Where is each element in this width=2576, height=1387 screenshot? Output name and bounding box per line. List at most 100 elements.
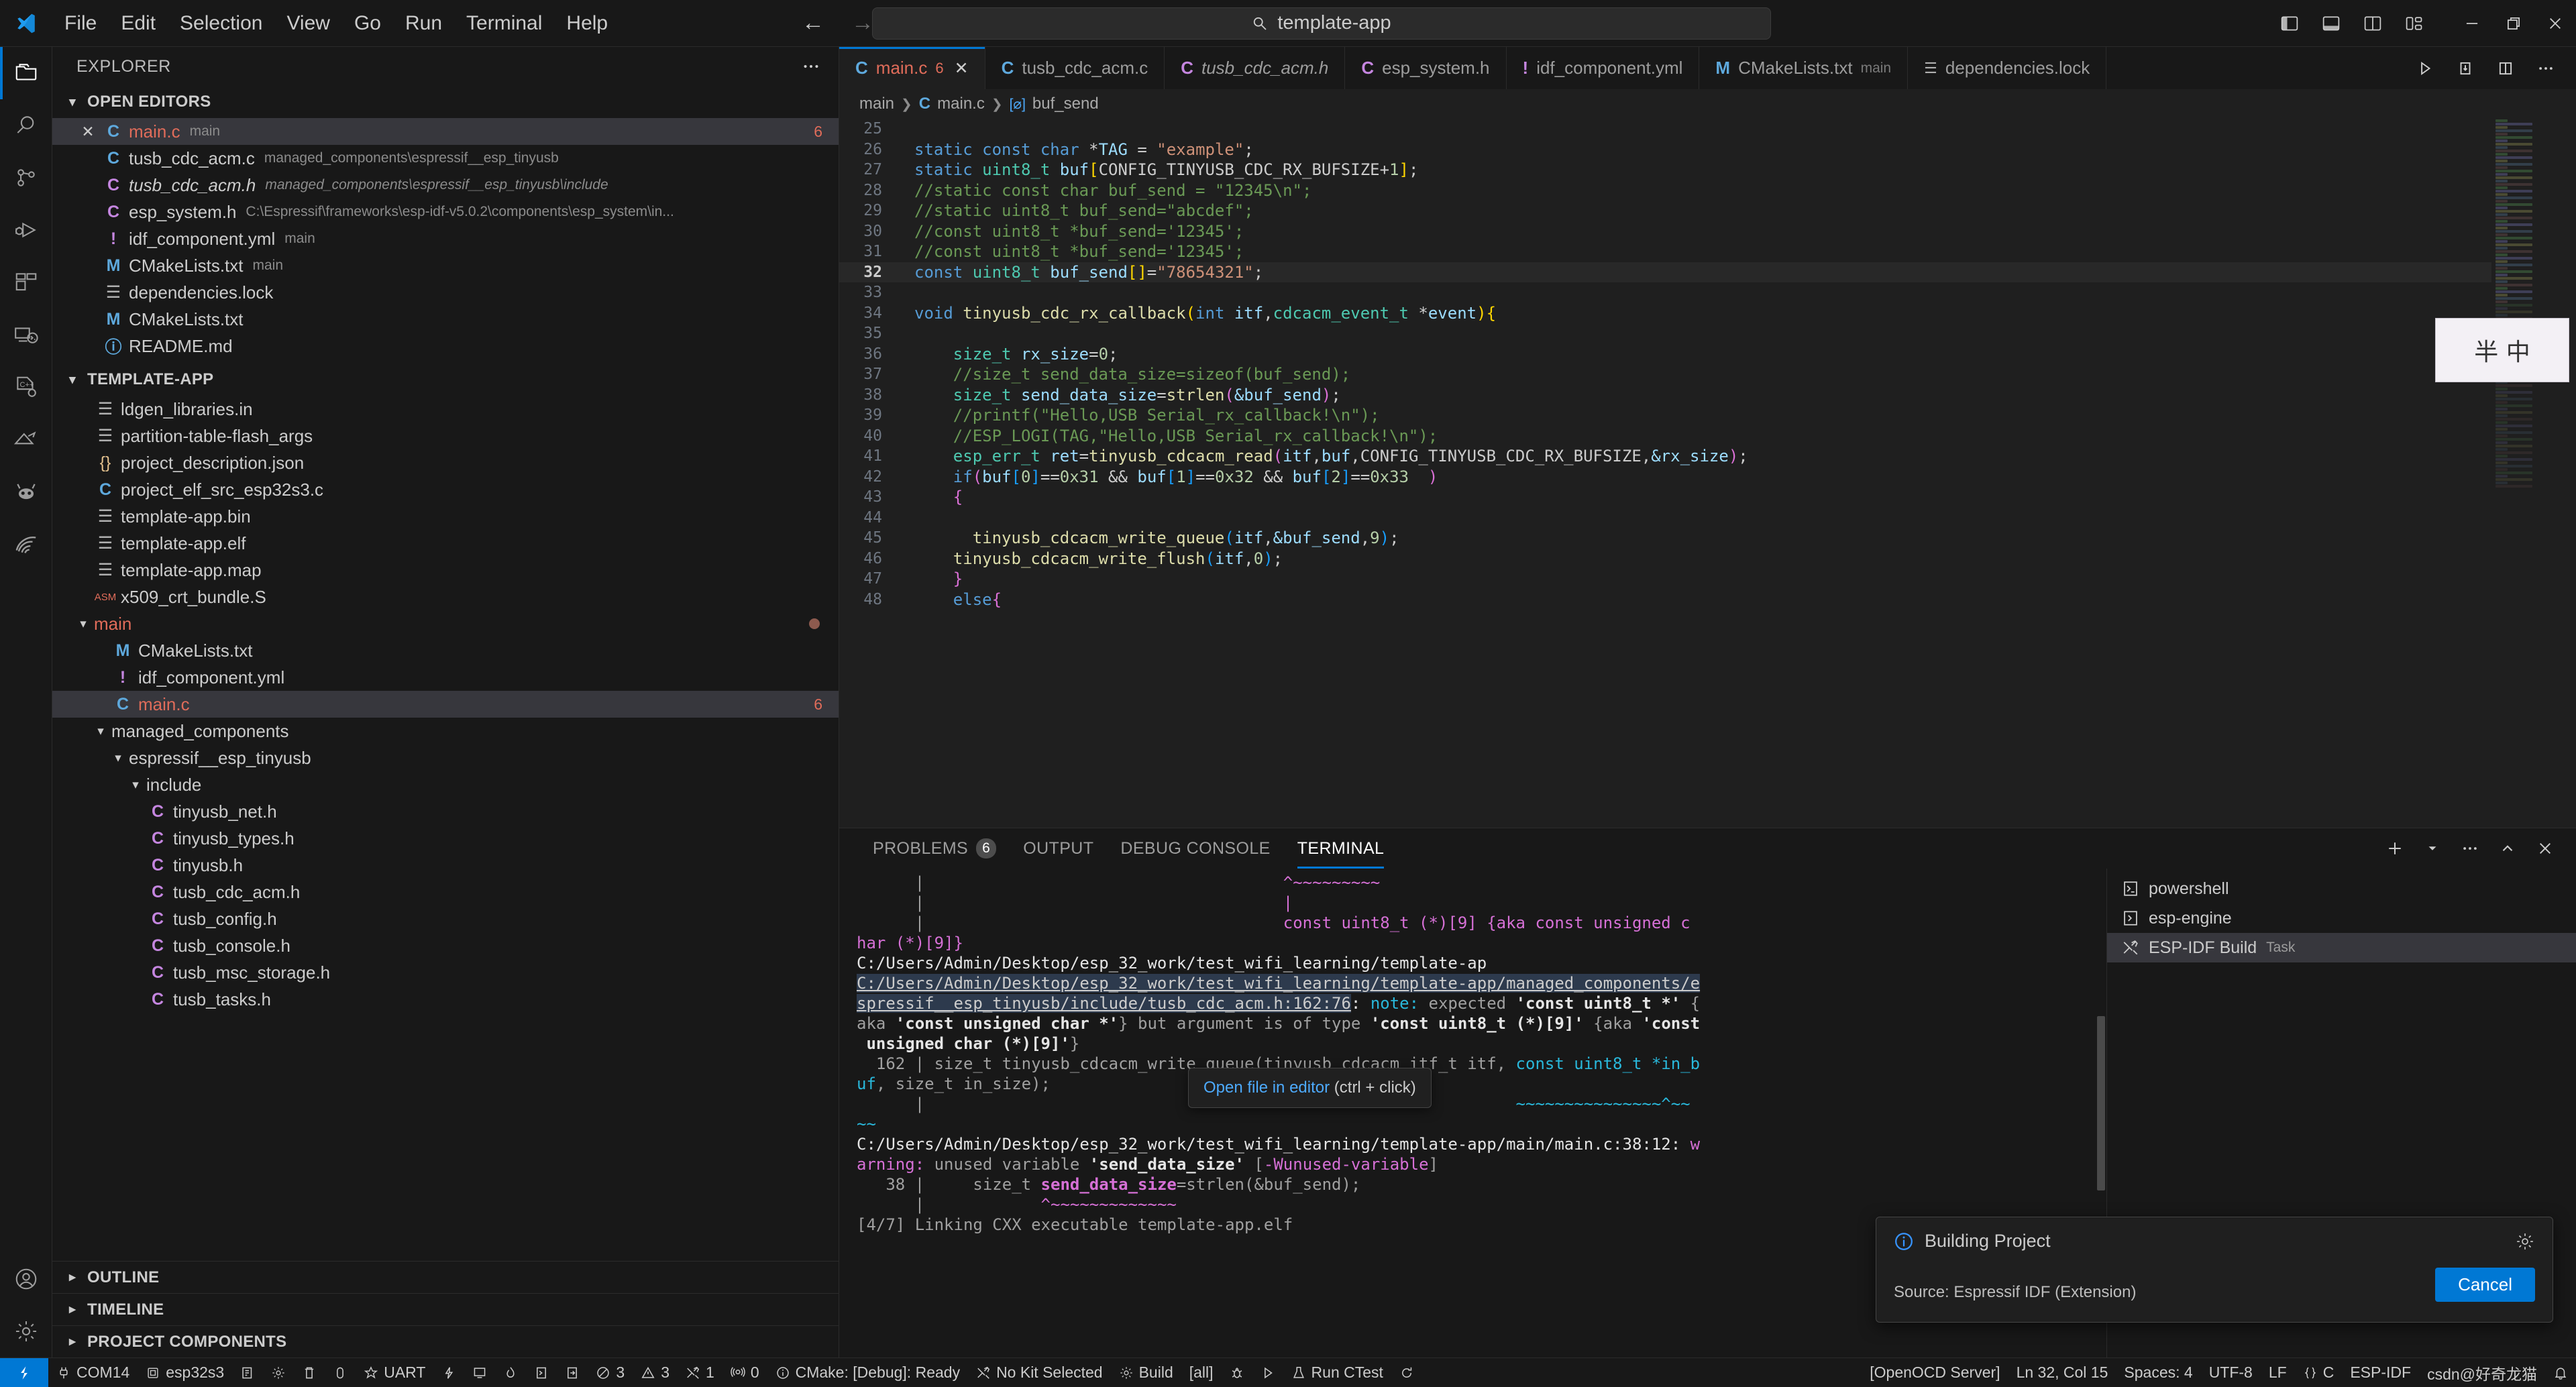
add-terminal-icon[interactable] <box>2377 831 2412 866</box>
menu-go[interactable]: Go <box>342 7 393 40</box>
section-outline[interactable]: ▸ OUTLINE <box>52 1261 839 1293</box>
toggle-primary-sidebar-icon[interactable] <box>2269 0 2310 47</box>
arrow-right-icon[interactable]: → <box>851 10 874 36</box>
status-export-icon[interactable] <box>557 1358 588 1387</box>
close-icon[interactable] <box>2534 0 2576 47</box>
terminal-list-item[interactable]: esp-engine <box>2107 903 2576 933</box>
tree-file-row[interactable]: ☰ partition-table-flash_args <box>52 423 839 449</box>
status-flash-icon[interactable] <box>325 1358 356 1387</box>
status-trash-icon[interactable] <box>294 1358 325 1387</box>
more-actions-icon[interactable] <box>2528 47 2564 89</box>
status-openocd-server[interactable]: [OpenOCD Server] <box>1862 1358 2008 1387</box>
search-icon[interactable] <box>0 99 52 152</box>
tree-file-row[interactable]: Ctusb_tasks.h <box>52 986 839 1013</box>
menu-terminal[interactable]: Terminal <box>454 7 554 40</box>
status-com14[interactable]: COM14 <box>48 1358 138 1387</box>
status-cmake-debug-ready[interactable]: CMake: [Debug]: Ready <box>767 1358 968 1387</box>
command-center[interactable]: template-app <box>872 7 1771 40</box>
editor-tab[interactable]: ☰ dependencies.lock <box>1908 47 2107 89</box>
terminal-list-item[interactable]: ESP-IDF Build Task <box>2107 933 2576 962</box>
split-editor-icon[interactable] <box>2487 47 2524 89</box>
remote-window-icon[interactable] <box>0 1357 48 1387</box>
chevron-down-icon[interactable]: ▾ <box>93 724 109 739</box>
status-0[interactable]: 0 <box>722 1358 767 1387</box>
chevron-down-icon[interactable]: ▾ <box>110 751 126 766</box>
split-dropdown-icon[interactable] <box>2415 831 2450 866</box>
editor-tab[interactable]: Cmain.c 6 ✕ <box>839 47 985 89</box>
arrow-left-icon[interactable]: ← <box>802 10 824 36</box>
tab-terminal[interactable]: TERMINAL <box>1284 828 1398 869</box>
run-and-debug-icon[interactable] <box>0 204 52 256</box>
platformio-icon[interactable] <box>0 465 52 518</box>
code-line[interactable]: 44 <box>839 508 2491 529</box>
tree-file-row[interactable]: {} project_description.json <box>52 449 839 476</box>
status-3[interactable]: 3 <box>633 1358 678 1387</box>
editor-tab[interactable]: Cesp_system.h <box>1345 47 1507 89</box>
cpp-tools-icon[interactable]: C++ <box>0 361 52 413</box>
minimize-icon[interactable] <box>2451 0 2493 47</box>
menu-file[interactable]: File <box>52 7 109 40</box>
code-line[interactable]: 33 <box>839 282 2491 303</box>
open-editor-item[interactable]: Cesp_system.h C:\Espressif\frameworks\esp… <box>52 199 839 225</box>
status-run-ctest[interactable]: Run CTest <box>1283 1358 1391 1387</box>
maximize-panel-icon[interactable] <box>2490 831 2525 866</box>
breadcrumb[interactable]: main ❯ C main.c ❯ [⌀] buf_send <box>839 89 2576 119</box>
status-no-kit-selected[interactable]: No Kit Selected <box>968 1358 1111 1387</box>
code-line[interactable]: 29 //static uint8_t buf_send="abcdef"; <box>839 201 2491 221</box>
code-line[interactable]: 39 //printf("Hello,USB Serial_rx_callbac… <box>839 405 2491 426</box>
status-c[interactable]: C <box>2295 1358 2343 1387</box>
menu-help[interactable]: Help <box>554 7 620 40</box>
tree-file-row[interactable]: Ctusb_msc_storage.h <box>52 959 839 986</box>
code-line[interactable]: 43 { <box>839 487 2491 508</box>
tree-file-row[interactable]: M CMakeLists.txt <box>52 637 839 664</box>
ellipsis-icon[interactable] <box>801 56 821 76</box>
status-utf-8[interactable]: UTF-8 <box>2201 1358 2261 1387</box>
status-lightning-icon[interactable] <box>433 1358 464 1387</box>
menu-run[interactable]: Run <box>393 7 454 40</box>
chevron-down-icon[interactable]: ▾ <box>75 616 91 632</box>
editor-tab[interactable]: M CMakeLists.txt main <box>1699 47 1909 89</box>
code-line[interactable]: 30 //const uint8_t *buf_send='12345'; <box>839 221 2491 242</box>
status-build[interactable]: Build <box>1111 1358 1181 1387</box>
section-timeline[interactable]: ▸ TIMELINE <box>52 1293 839 1325</box>
code-line[interactable]: 25 <box>839 119 2491 140</box>
restore-icon[interactable] <box>2493 0 2534 47</box>
open-editor-item[interactable]: ! idf_component.yml main <box>52 225 839 252</box>
status-3[interactable]: 3 <box>588 1358 633 1387</box>
code-line[interactable]: 37 //size_t send_data_size=sizeof(buf_se… <box>839 364 2491 385</box>
code-lines[interactable]: 25 26 static const char *TAG = "example"; 2… <box>839 119 2491 828</box>
menu-selection[interactable]: Selection <box>168 7 274 40</box>
open-editor-item[interactable]: ✕ Cmain.c main 6 <box>52 118 839 145</box>
tree-file-row[interactable]: Cproject_elf_src_esp32s3.c <box>52 476 839 503</box>
close-icon[interactable]: ✕ <box>75 123 101 141</box>
gear-icon[interactable] <box>2515 1231 2535 1252</box>
editor-scrollbar[interactable] <box>2564 119 2576 828</box>
status-ln-32-col-15[interactable]: Ln 32, Col 15 <box>2008 1358 2116 1387</box>
code-line[interactable]: 42 if(buf[0]==0x31 && buf[1]==0x32 && bu… <box>839 467 2491 488</box>
editor-tab[interactable]: ! idf_component.yml <box>1506 47 1700 89</box>
extensions-icon[interactable] <box>0 256 52 309</box>
tree-file-row[interactable]: ! idf_component.yml <box>52 664 839 691</box>
code-line[interactable]: 35 <box>839 323 2491 344</box>
accounts-icon[interactable] <box>0 1253 52 1305</box>
tree-file-row[interactable]: Ctinyusb.h <box>52 852 839 879</box>
close-icon[interactable]: ✕ <box>955 58 969 78</box>
tab-output[interactable]: OUTPUT <box>1010 828 1107 869</box>
section-project-components[interactable]: ▸ PROJECT COMPONENTS <box>52 1325 839 1357</box>
status-folder-config-icon[interactable] <box>232 1358 263 1387</box>
open-editor-item[interactable]: M CMakeLists.txt main <box>52 252 839 279</box>
code-line[interactable]: 46 tinyusb_cdcacm_write_flush(itf,0); <box>839 549 2491 569</box>
tree-file-row[interactable]: Ctinyusb_net.h <box>52 798 839 825</box>
run-and-debug-icon[interactable] <box>2447 47 2483 89</box>
editor-tab[interactable]: Ctusb_cdc_acm.h <box>1165 47 1346 89</box>
menu-bar[interactable]: File Edit Selection View Go Run Terminal… <box>52 7 620 40</box>
tree-file-row[interactable]: ASM x509_crt_bundle.S <box>52 584 839 610</box>
tab-debug-console[interactable]: DEBUG CONSOLE <box>1107 828 1283 869</box>
open-editor-item[interactable]: Ctusb_cdc_acm.h managed_components\espres… <box>52 172 839 199</box>
code-line[interactable]: 45 tinyusb_cdcacm_write_queue(itf,&buf_s… <box>839 528 2491 549</box>
tree-file-row[interactable]: Ctusb_config.h <box>52 905 839 932</box>
close-panel-icon[interactable] <box>2528 831 2563 866</box>
status-spaces-4[interactable]: Spaces: 4 <box>2116 1358 2200 1387</box>
status-gear-icon[interactable] <box>263 1358 294 1387</box>
manage-settings-gear-icon[interactable] <box>0 1305 52 1357</box>
